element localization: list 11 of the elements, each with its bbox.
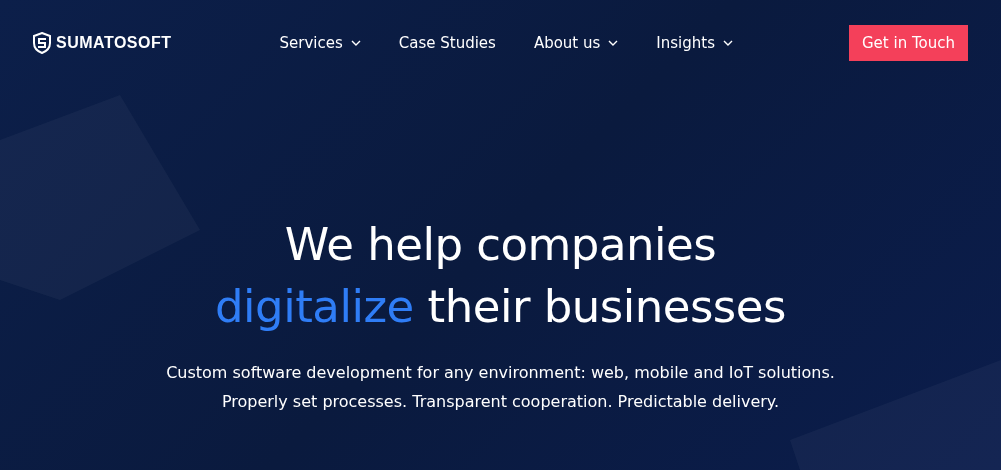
nav-link[interactable]: About us bbox=[533, 34, 619, 52]
headline: digitalize their businesses bbox=[215, 280, 786, 333]
get-in-touch-button[interactable]: Get in Touch bbox=[849, 25, 968, 61]
nav-link[interactable]: Services bbox=[279, 34, 361, 52]
nav-link[interactable]: Insights bbox=[656, 34, 733, 52]
logo-text: SUMATOSOFT bbox=[56, 34, 172, 52]
subtitle: Custom software development for any environment: web, mobile and IoT solutions. bbox=[166, 363, 835, 382]
headline: We help companies bbox=[284, 218, 717, 271]
subtitle: Properly set processes. Transparent cooperation. Predictable delivery. bbox=[221, 392, 780, 411]
nav-link[interactable]: Case Studies bbox=[398, 34, 496, 52]
logo-icon bbox=[33, 32, 51, 54]
